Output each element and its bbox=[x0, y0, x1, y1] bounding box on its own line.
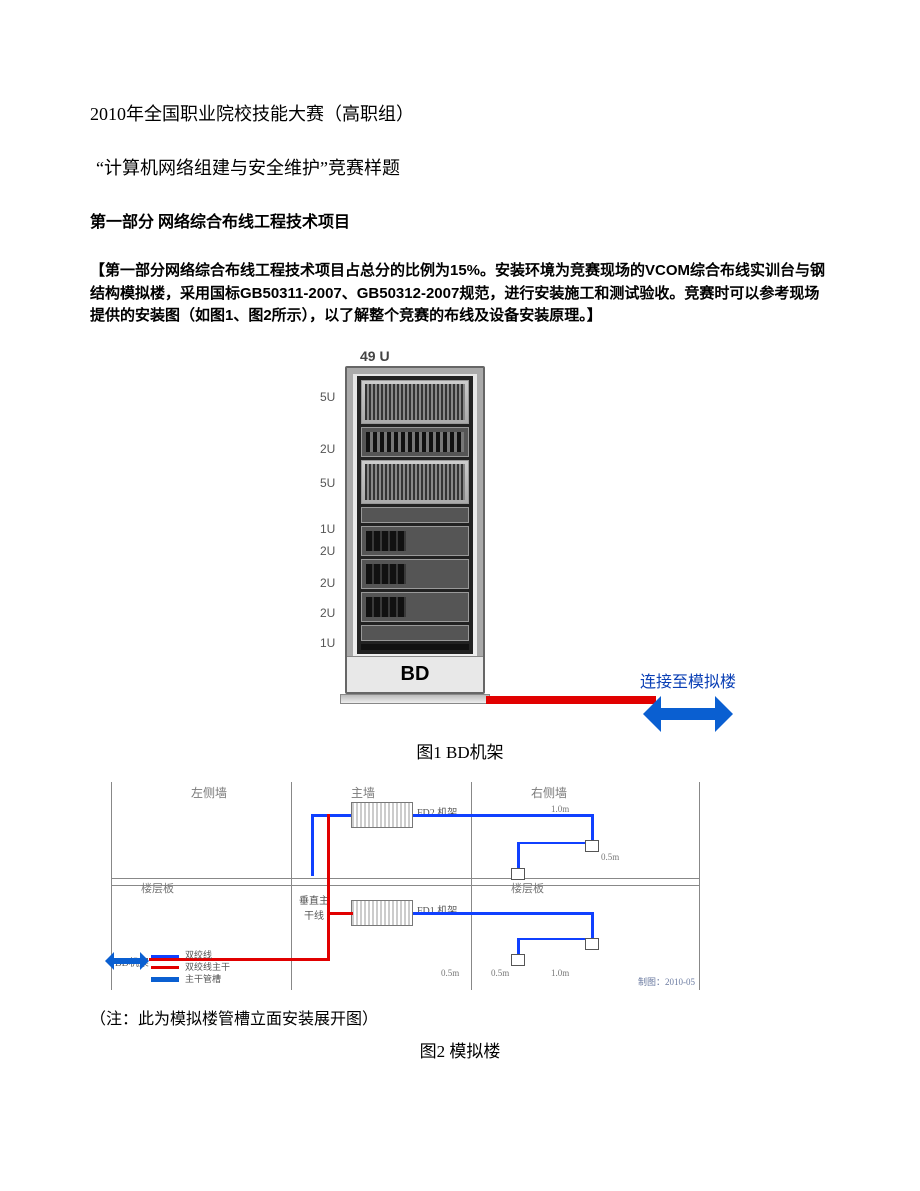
trunk-label: 垂直主干线 bbox=[297, 892, 331, 922]
device-fd1 bbox=[351, 900, 413, 926]
intro-text: 【第一部分网络综合布线工程技术项目占总分的比例为15%。安装环境为竞赛现场的VC… bbox=[90, 262, 825, 324]
cable-blue bbox=[311, 814, 314, 876]
wall-outlet bbox=[585, 938, 599, 950]
cable-blue bbox=[517, 842, 593, 844]
rack-slot bbox=[361, 460, 469, 504]
u-label: 1U bbox=[320, 636, 335, 650]
figure-2: 左侧墙 主墙 右侧墙 楼层板 楼层板 FD2 机架 FD1 机架 垂直主干线 B… bbox=[90, 781, 830, 1062]
rack-slot bbox=[361, 592, 469, 622]
floor-label: 楼层板 bbox=[141, 880, 174, 896]
cable-blue bbox=[413, 814, 593, 817]
floor-label: 楼层板 bbox=[511, 880, 544, 896]
rack-slot bbox=[361, 507, 469, 523]
legend: 双绞线 双绞线主干 主干管槽 bbox=[151, 950, 230, 985]
dim-label: 1.0m bbox=[551, 804, 569, 814]
figure-1-diagram: 49 U 5U 2U 5U 1U 2U 2U 2U 1U BD bbox=[180, 348, 740, 728]
legend-label: 双绞线 bbox=[185, 950, 212, 962]
device-fd2 bbox=[351, 802, 413, 828]
wall-divider bbox=[699, 782, 700, 990]
legend-label: 双绞线主干 bbox=[185, 962, 230, 974]
section-title: 第一部分 网络综合布线工程技术项目 bbox=[90, 208, 830, 232]
rack-height-label: 49 U bbox=[360, 348, 390, 364]
page-subtitle: “计算机网络组建与安全维护”竞赛样题 bbox=[96, 154, 830, 180]
wall-label-left: 左侧墙 bbox=[191, 784, 227, 801]
rack-slots bbox=[357, 376, 473, 654]
dim-label: 0.5m bbox=[601, 852, 619, 862]
page-title: 2010年全国职业院校技能大赛（高职组） bbox=[90, 100, 830, 126]
u-label: 2U bbox=[320, 576, 335, 590]
rack-slot bbox=[361, 526, 469, 556]
cable-red bbox=[327, 814, 330, 960]
u-label: 1U bbox=[320, 522, 335, 536]
wall-outlet bbox=[511, 868, 525, 880]
u-label: 2U bbox=[320, 606, 335, 620]
rack-name-label: BD bbox=[347, 656, 483, 692]
dim-label: 1.0m bbox=[551, 968, 569, 978]
connection-arrow-label: 连接至模拟楼 bbox=[640, 668, 736, 692]
figure-1: 49 U 5U 2U 5U 1U 2U 2U 2U 1U BD bbox=[90, 348, 830, 763]
u-label: 5U bbox=[320, 476, 335, 490]
wall-label-right: 右侧墙 bbox=[531, 784, 567, 801]
rack-gap bbox=[361, 644, 469, 650]
drawing-date: 制图：2010-05 bbox=[638, 975, 695, 988]
wall-label-main: 主墙 bbox=[351, 784, 375, 801]
rack-slot bbox=[361, 427, 469, 457]
legend-item: 双绞线 bbox=[151, 950, 230, 962]
legend-item: 双绞线主干 bbox=[151, 962, 230, 974]
figure-2-diagram: 左侧墙 主墙 右侧墙 楼层板 楼层板 FD2 机架 FD1 机架 垂直主干线 B… bbox=[110, 781, 700, 991]
figure-2-caption: 图2 模拟楼 bbox=[90, 1037, 830, 1062]
legend-label: 主干管槽 bbox=[185, 974, 221, 986]
u-label: 2U bbox=[320, 544, 335, 558]
cable-blue bbox=[413, 912, 593, 915]
double-arrow-icon bbox=[643, 696, 733, 732]
rack-foot bbox=[340, 694, 490, 704]
dim-label: 0.5m bbox=[441, 968, 459, 978]
cable-red bbox=[486, 696, 656, 704]
dim-label: 0.5m bbox=[491, 968, 509, 978]
rack-slot bbox=[361, 559, 469, 589]
rack-slot bbox=[361, 625, 469, 641]
intro-paragraph: 【第一部分网络综合布线工程技术项目占总分的比例为15%。安装环境为竞赛现场的VC… bbox=[90, 260, 830, 328]
cable-red bbox=[327, 912, 353, 915]
connection-arrow: 连接至模拟楼 bbox=[640, 668, 736, 732]
figure-1-caption: 图1 BD机架 bbox=[416, 738, 503, 763]
legend-item: 主干管槽 bbox=[151, 974, 230, 986]
u-label: 5U bbox=[320, 390, 335, 404]
cable-blue bbox=[311, 814, 351, 817]
rack: BD bbox=[345, 366, 485, 694]
floor-slab bbox=[111, 878, 699, 886]
u-label: 2U bbox=[320, 442, 335, 456]
rack-slot bbox=[361, 380, 469, 424]
cable-blue bbox=[517, 938, 593, 940]
figure-2-note: （注：此为模拟楼管槽立面安装展开图） bbox=[90, 1005, 830, 1029]
wall-outlet bbox=[511, 954, 525, 966]
wall-outlet bbox=[585, 840, 599, 852]
double-arrow-icon bbox=[105, 952, 149, 970]
